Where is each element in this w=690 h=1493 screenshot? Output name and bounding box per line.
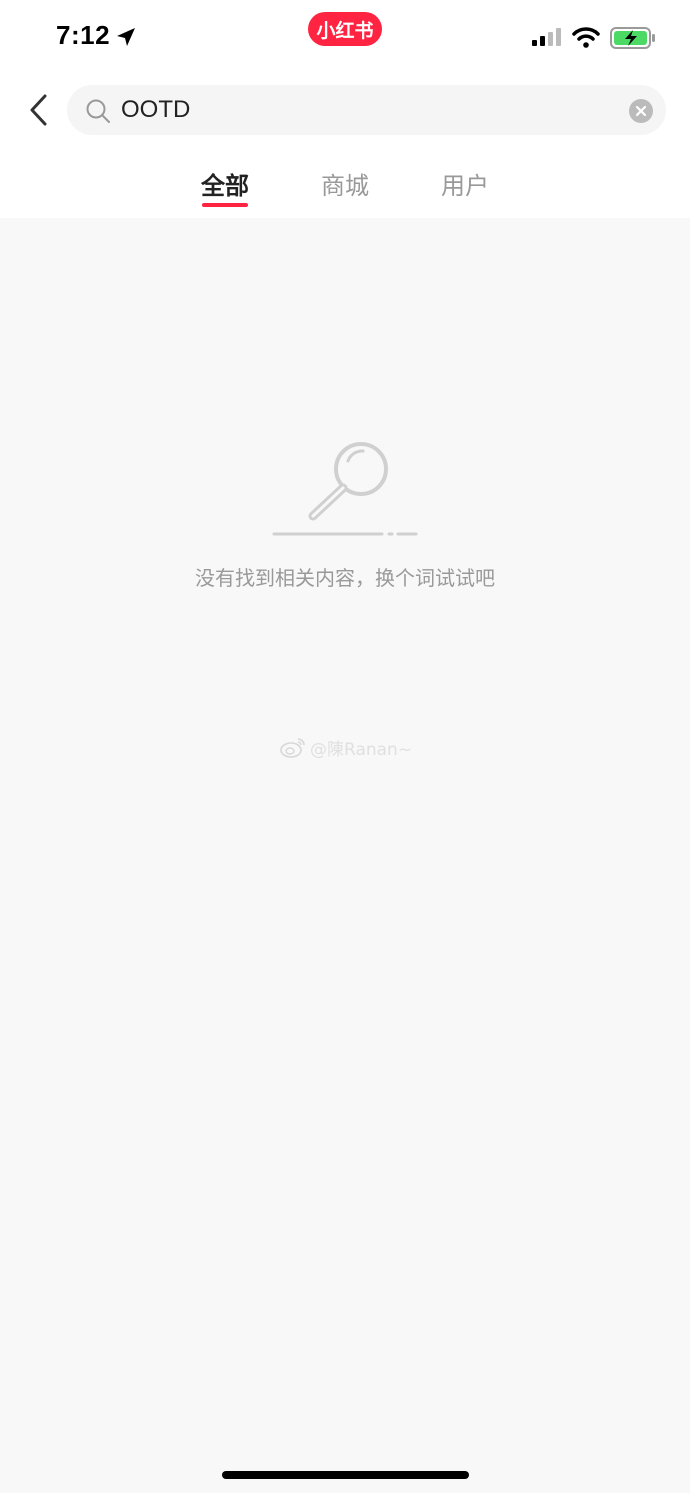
status-time: 7:12: [56, 20, 111, 50]
app-badge: 小红书: [308, 12, 382, 46]
weibo-icon: [280, 738, 305, 758]
tab-users[interactable]: 用户: [438, 166, 492, 206]
watermark: @陳Ranan~: [280, 734, 412, 760]
location-arrow-icon: [117, 28, 135, 46]
cellular-signal-icon: [532, 28, 561, 46]
magnifier-icon: [272, 442, 418, 536]
battery-charging-icon: [610, 27, 655, 49]
search-box[interactable]: [67, 85, 666, 135]
home-indicator[interactable]: [222, 1471, 469, 1479]
watermark-text: @陳Ranan~: [310, 739, 413, 760]
chevron-left-icon: [30, 94, 47, 126]
back-button[interactable]: [18, 90, 58, 130]
search-icon: [86, 99, 110, 123]
wifi-icon: [572, 27, 600, 48]
empty-state-message: 没有找到相关内容，换个词试试吧: [195, 566, 495, 590]
search-input[interactable]: [121, 85, 601, 135]
active-tab-indicator: [202, 203, 248, 207]
clear-circle-icon[interactable]: [629, 99, 653, 123]
tab-all[interactable]: 全部: [198, 166, 252, 206]
tab-mall[interactable]: 商城: [318, 166, 372, 206]
